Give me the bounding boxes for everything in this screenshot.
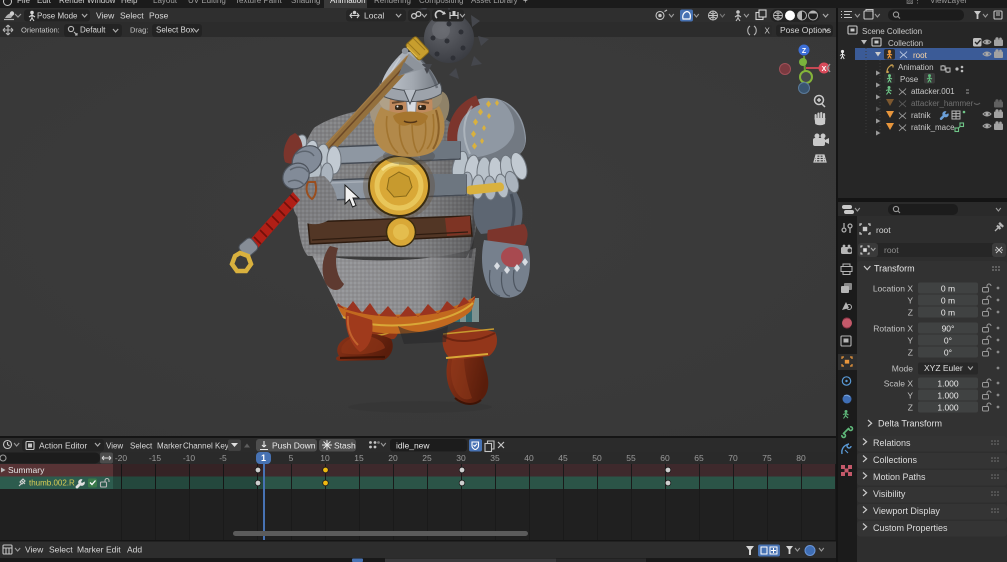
svg-text:70: 70 (728, 453, 738, 463)
svg-text:Relations: Relations (873, 438, 911, 448)
svg-text:Collection: Collection (888, 39, 923, 48)
svg-text:Z: Z (908, 308, 913, 318)
svg-text:0 m: 0 m (941, 296, 955, 306)
svg-text:-15: -15 (149, 453, 162, 463)
svg-text:Collections: Collections (873, 455, 918, 465)
svg-text:0 m: 0 m (941, 284, 955, 294)
svg-text:60: 60 (660, 453, 670, 463)
svg-text:Delta Transform: Delta Transform (878, 419, 942, 429)
svg-text:root: root (884, 245, 899, 255)
svg-text:Scene Collection: Scene Collection (862, 27, 922, 36)
svg-text:root: root (913, 51, 928, 60)
svg-text:Y: Y (907, 336, 913, 346)
svg-text:Push Down: Push Down (272, 441, 316, 451)
svg-text:Stash: Stash (334, 441, 356, 451)
svg-text:Pose: Pose (900, 75, 919, 84)
svg-text:35: 35 (490, 453, 500, 463)
svg-text:Z: Z (908, 348, 913, 358)
svg-text:Marker: Marker (77, 545, 104, 555)
svg-text:Viewport Display: Viewport Display (873, 506, 940, 516)
svg-text:X: X (765, 27, 771, 36)
svg-text:Key: Key (215, 442, 229, 451)
svg-text:10: 10 (320, 453, 330, 463)
svg-text:Transform: Transform (874, 264, 915, 274)
svg-text:-10: -10 (183, 453, 196, 463)
svg-text:View: View (25, 545, 44, 555)
svg-text:attacker_hammer: attacker_hammer (911, 99, 974, 108)
svg-text:root: root (876, 225, 891, 235)
svg-text:45: 45 (558, 453, 568, 463)
svg-text:-5: -5 (219, 453, 227, 463)
svg-text:75: 75 (762, 453, 772, 463)
svg-text:30: 30 (456, 453, 466, 463)
svg-text:Z: Z (802, 48, 807, 55)
svg-text:Drag:: Drag: (130, 26, 148, 35)
svg-text:Scale X: Scale X (884, 379, 914, 389)
svg-text:1: 1 (261, 453, 266, 463)
svg-text:20: 20 (388, 453, 398, 463)
svg-text:Y: Y (907, 296, 913, 306)
svg-text:Summary: Summary (8, 465, 45, 475)
svg-text:Animation: Animation (898, 63, 934, 72)
svg-text:Motion Paths: Motion Paths (873, 472, 926, 482)
svg-text:Pose Mode: Pose Mode (37, 12, 78, 21)
svg-text:thumb.002.R: thumb.002.R (29, 479, 75, 488)
svg-text:0°: 0° (944, 336, 952, 346)
svg-text:-20: -20 (115, 453, 128, 463)
svg-text:View: View (106, 442, 123, 451)
svg-text:Action Editor: Action Editor (39, 441, 87, 451)
svg-text:X: X (822, 66, 827, 73)
svg-text:50: 50 (592, 453, 602, 463)
svg-text:Add: Add (127, 545, 142, 555)
svg-text:ratnik: ratnik (911, 111, 932, 120)
svg-text:55: 55 (626, 453, 636, 463)
svg-text:Select Box: Select Box (156, 26, 194, 35)
svg-text:Select: Select (120, 11, 144, 21)
svg-text:Y: Y (907, 391, 913, 401)
svg-text:Orientation:: Orientation: (21, 26, 60, 35)
svg-text:40: 40 (524, 453, 534, 463)
svg-text:65: 65 (694, 453, 704, 463)
svg-text:XYZ Euler: XYZ Euler (924, 363, 963, 373)
svg-text:idle_new: idle_new (396, 441, 430, 451)
svg-text:Z: Z (908, 403, 913, 413)
svg-text:ratnik_mace: ratnik_mace (911, 123, 955, 132)
svg-text:15: 15 (354, 453, 364, 463)
svg-text:Channel: Channel (183, 442, 213, 451)
svg-text:Custom Properties: Custom Properties (873, 523, 948, 533)
svg-text:90°: 90° (942, 324, 955, 334)
svg-text:5: 5 (289, 453, 294, 463)
svg-text:Select: Select (49, 545, 73, 555)
svg-text:1.000: 1.000 (937, 403, 959, 413)
svg-text:1.000: 1.000 (937, 379, 959, 389)
svg-text:0 m: 0 m (941, 308, 955, 318)
svg-text:Mode: Mode (892, 364, 914, 374)
svg-text:Default: Default (80, 26, 106, 35)
svg-text:0°: 0° (944, 348, 952, 358)
svg-text:80: 80 (796, 453, 806, 463)
svg-text:attacker.001: attacker.001 (911, 87, 955, 96)
svg-text:1.000: 1.000 (937, 391, 959, 401)
svg-text:Pose: Pose (149, 11, 169, 21)
svg-text:Visibility: Visibility (873, 489, 906, 499)
svg-text:View: View (96, 11, 115, 21)
svg-text:Select: Select (130, 442, 153, 451)
svg-text:Edit: Edit (106, 545, 121, 555)
svg-text:Local: Local (364, 11, 384, 21)
svg-text:25: 25 (422, 453, 432, 463)
svg-text:Pose Options: Pose Options (780, 25, 831, 35)
svg-text:Location X: Location X (873, 284, 913, 294)
svg-text:Rotation X: Rotation X (873, 324, 913, 334)
svg-text:Marker: Marker (157, 442, 182, 451)
